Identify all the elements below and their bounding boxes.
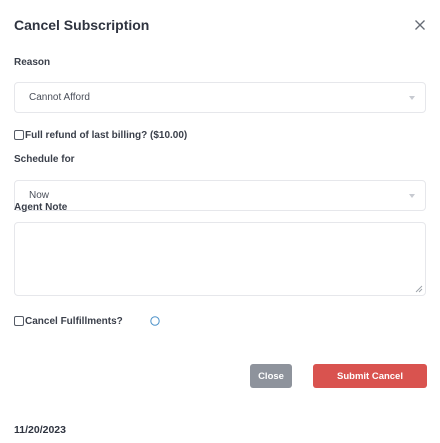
chevron-down-icon: [409, 96, 415, 100]
dialog-title: Cancel Subscription: [14, 17, 150, 33]
footer-date: 11/20/2023: [14, 424, 66, 436]
reason-select[interactable]: Cannot Afford: [14, 82, 426, 113]
close-button[interactable]: Close: [250, 364, 292, 388]
info-circle-icon[interactable]: [150, 316, 160, 326]
agent-note-label: Agent Note: [14, 202, 68, 213]
refund-checkbox[interactable]: [14, 130, 24, 140]
chevron-down-icon: [409, 194, 415, 198]
schedule-select[interactable]: Now: [14, 180, 426, 211]
cancel-fulfillments-label: Cancel Fulfillments?: [25, 316, 123, 327]
reason-select-value: Cannot Afford: [29, 92, 90, 103]
refund-checkbox-label: Full refund of last billing? ($10.00): [25, 130, 188, 141]
resize-handle-icon[interactable]: [415, 285, 423, 293]
close-icon[interactable]: [412, 17, 428, 33]
schedule-select-value: Now: [29, 190, 50, 201]
schedule-label: Schedule for: [14, 154, 75, 165]
agent-note-textarea[interactable]: [14, 222, 426, 296]
cancel-fulfillments-checkbox[interactable]: [14, 316, 24, 326]
reason-label: Reason: [14, 57, 51, 68]
submit-cancel-button[interactable]: Submit Cancel: [313, 364, 427, 388]
